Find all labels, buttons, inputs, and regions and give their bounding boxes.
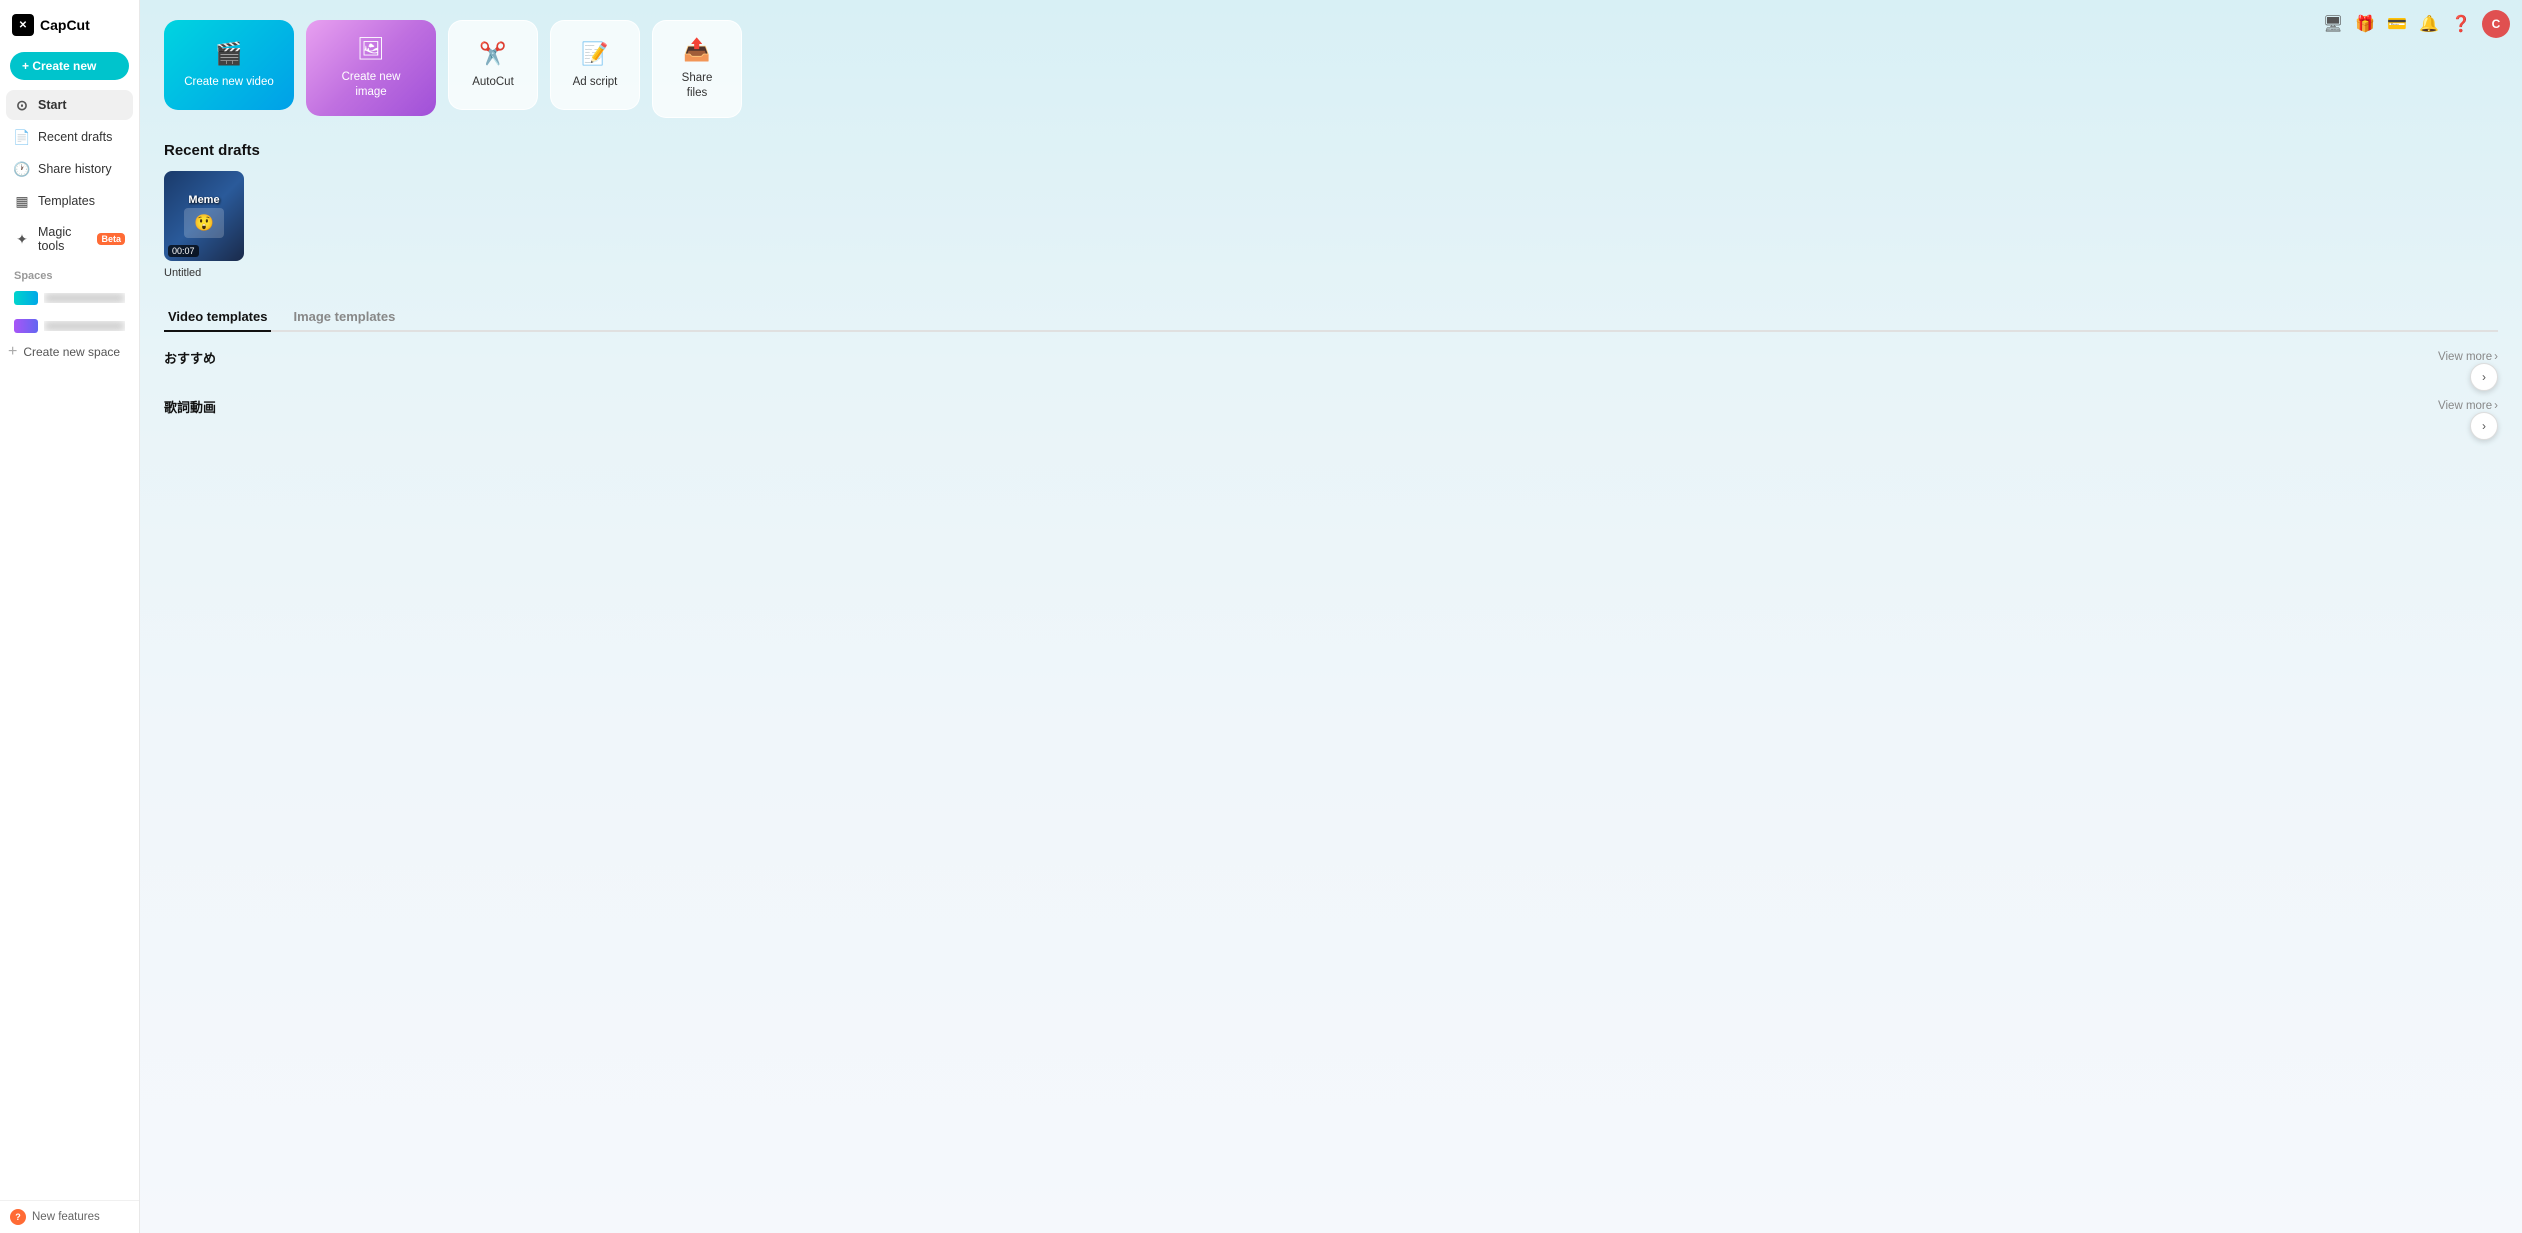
new-features-bar[interactable]: ? New features (0, 1200, 139, 1233)
drafts-row: Meme 😲 00:07 Untitled (164, 171, 2498, 279)
osusume-scroll-right[interactable]: › (2470, 363, 2498, 391)
sidebar-item-share-history-label: Share history (38, 162, 112, 176)
template-section-kashiidouga: 歌詞動画 View more › › (164, 397, 2498, 426)
tab-video-templates[interactable]: Video templates (164, 303, 271, 332)
draft-thumb-1: Meme 😲 00:07 (164, 171, 244, 261)
draft-card-1[interactable]: Meme 😲 00:07 Untitled (164, 171, 244, 279)
tab-image-templates[interactable]: Image templates (289, 303, 399, 332)
templates-icon: ▦ (14, 193, 30, 209)
avatar[interactable]: C (2482, 10, 2510, 38)
capcut-logo-text: CapCut (40, 17, 90, 33)
template-section-osusume: おすすめ View more › › (164, 348, 2498, 377)
main-content: 🎬 Create new video 🖼 Create new image ✂️… (140, 0, 2522, 1233)
sidebar-item-recent-drafts-label: Recent drafts (38, 130, 112, 144)
sidebar: ✕ CapCut + Create new ⊙ Start 📄 Recent d… (0, 0, 140, 1233)
draft-name-1: Untitled (164, 267, 244, 279)
autocut-label: AutoCut (472, 75, 514, 90)
recent-drafts-title: Recent drafts (164, 142, 2498, 159)
share-history-icon: 🕐 (14, 161, 30, 177)
create-space-plus-icon: + (8, 343, 17, 361)
new-features-label: New features (32, 1211, 100, 1223)
space-label-2 (44, 321, 125, 331)
create-new-space-item[interactable]: + Create new space (0, 338, 139, 366)
recent-drafts-section: Recent drafts Meme 😲 00:07 Untitled (164, 142, 2498, 279)
capcut-logo-icon: ✕ (12, 14, 34, 36)
sidebar-nav: ⊙ Start 📄 Recent drafts 🕐 Share history … (0, 90, 139, 260)
monitor-icon[interactable]: 🖥 (2322, 13, 2344, 35)
sidebar-logo: ✕ CapCut (0, 0, 139, 46)
sidebar-item-share-history[interactable]: 🕐 Share history (6, 154, 133, 184)
sidebar-item-start-label: Start (38, 98, 66, 112)
sidebar-item-magic-tools[interactable]: ✦ Magic tools Beta (6, 218, 133, 260)
space-label-1 (44, 293, 125, 303)
space-item-2[interactable] (8, 314, 131, 338)
spaces-list (0, 286, 139, 338)
template-tabs: Video templates Image templates (164, 303, 2498, 332)
magic-tools-icon: ✦ (14, 231, 30, 247)
osusume-view-more[interactable]: View more › (2438, 351, 2498, 363)
space-item-1[interactable] (8, 286, 131, 310)
ad-script-icon: 📝 (581, 41, 608, 67)
create-image-icon: 🖼 (357, 36, 385, 62)
osusume-title: おすすめ (164, 348, 216, 367)
create-new-button[interactable]: + Create new (10, 52, 129, 80)
spaces-section-label: Spaces (0, 260, 139, 286)
osusume-section-header: おすすめ View more › (164, 348, 2498, 367)
sidebar-item-start[interactable]: ⊙ Start (6, 90, 133, 120)
sidebar-item-magic-tools-label: Magic tools (38, 225, 89, 253)
bell-icon[interactable]: 🔔 (2418, 13, 2440, 35)
wallet-icon[interactable]: 💳 (2386, 13, 2408, 35)
share-files-label: Share files (673, 71, 721, 101)
recent-drafts-icon: 📄 (14, 129, 30, 145)
create-space-label: Create new space (23, 345, 120, 359)
beta-badge: Beta (97, 233, 125, 245)
share-files-icon: 📤 (683, 37, 710, 63)
create-video-icon: 🎬 (215, 41, 242, 67)
ad-script-label: Ad script (573, 75, 618, 90)
sidebar-item-recent-drafts[interactable]: 📄 Recent drafts (6, 122, 133, 152)
autocut-card[interactable]: ✂️ AutoCut (448, 20, 538, 110)
quick-actions-row: 🎬 Create new video 🖼 Create new image ✂️… (164, 20, 2498, 118)
gift-icon[interactable]: 🎁 (2354, 13, 2376, 35)
start-icon: ⊙ (14, 97, 30, 113)
sidebar-item-templates-label: Templates (38, 194, 95, 208)
header-icons: 🖥 🎁 💳 🔔 ❓ C (2322, 10, 2510, 38)
autocut-icon: ✂️ (479, 41, 506, 67)
kashiidouga-title: 歌詞動画 (164, 397, 216, 416)
sidebar-item-templates[interactable]: ▦ Templates (6, 186, 133, 216)
space-dot-2 (14, 319, 38, 333)
share-files-card[interactable]: 📤 Share files (652, 20, 742, 118)
ad-script-card[interactable]: 📝 Ad script (550, 20, 640, 110)
help-icon[interactable]: ❓ (2450, 13, 2472, 35)
kashiidouga-scroll-right[interactable]: › (2470, 412, 2498, 440)
create-video-label: Create new video (184, 75, 274, 90)
draft-duration-1: 00:07 (168, 245, 199, 257)
create-new-video-card[interactable]: 🎬 Create new video (164, 20, 294, 110)
question-badge-icon: ? (10, 1209, 26, 1225)
kashiidouga-section-header: 歌詞動画 View more › (164, 397, 2498, 416)
create-image-label: Create new image (326, 70, 416, 100)
create-new-image-card[interactable]: 🖼 Create new image (306, 20, 436, 116)
kashiidouga-view-more[interactable]: View more › (2438, 400, 2498, 412)
space-dot-1 (14, 291, 38, 305)
